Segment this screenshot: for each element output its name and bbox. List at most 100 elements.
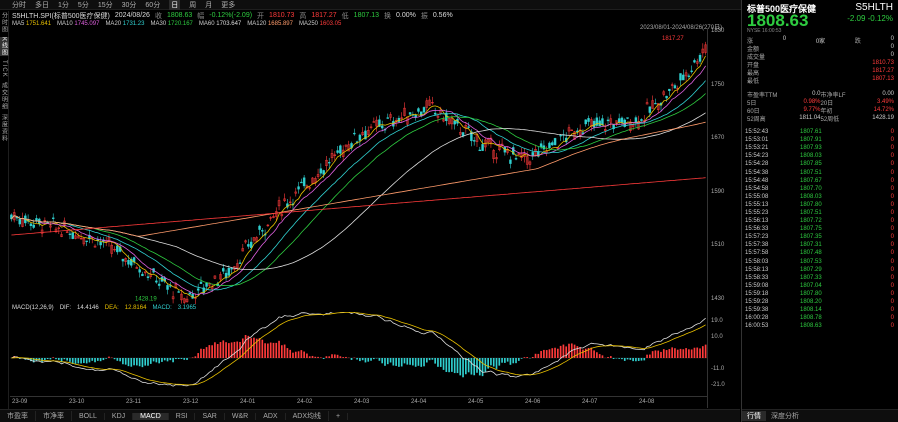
tab-timeframe-4[interactable]: 15分 bbox=[98, 0, 113, 10]
tick-row[interactable]: 15:59:38 1808.14 0 bbox=[745, 306, 896, 314]
macd-bar bbox=[662, 349, 665, 358]
tick-volume: 0 bbox=[890, 137, 894, 144]
tick-list[interactable]: 15:52:43 1807.61 0 15:53:01 1807.91 0 15:53:21… bbox=[745, 128, 896, 330]
candle-body bbox=[297, 186, 300, 190]
tick-time: 15:54:23 bbox=[745, 153, 769, 160]
stats-cell: 14.72% bbox=[873, 107, 894, 113]
macd-bar bbox=[197, 353, 200, 358]
date-tick: 24-06 bbox=[525, 399, 541, 405]
macd-bar bbox=[194, 356, 197, 358]
candlestick-chart[interactable]: 1817.27 1428.19 bbox=[10, 28, 707, 304]
macd-bar bbox=[267, 343, 269, 358]
tick-row[interactable]: 15:57:23 1807.35 0 bbox=[745, 233, 896, 241]
tick-row[interactable]: 15:54:38 1807.51 0 bbox=[745, 168, 896, 176]
macd-bar bbox=[439, 358, 442, 367]
macd-bar bbox=[219, 342, 222, 358]
macd-bar bbox=[214, 342, 216, 358]
tick-price: 1807.93 bbox=[800, 145, 822, 152]
candle-body bbox=[85, 240, 88, 242]
indicator-tab-7[interactable]: W&R bbox=[225, 412, 257, 420]
indicator-tab-9[interactable]: ADX均线 bbox=[286, 411, 329, 421]
macd-bar bbox=[96, 358, 99, 361]
left-tab-2[interactable]: TICK bbox=[1, 60, 7, 78]
tab-timeframe-0[interactable]: 分时 bbox=[12, 0, 26, 10]
tick-volume: 0 bbox=[890, 177, 894, 184]
left-tab-0[interactable]: 分时图 bbox=[0, 12, 9, 33]
indicator-tab-1[interactable]: 市净率 bbox=[36, 411, 72, 421]
tick-row[interactable]: 15:56:13 1807.72 0 bbox=[745, 217, 896, 225]
tab-timeframe-7[interactable]: 日 bbox=[169, 0, 181, 10]
tab-timeframe-3[interactable]: 5分 bbox=[78, 0, 89, 10]
tick-time: 15:57:58 bbox=[745, 250, 769, 257]
tick-row[interactable]: 15:53:01 1807.91 0 bbox=[745, 136, 896, 144]
indicator-tab-3[interactable]: KDJ bbox=[105, 412, 134, 420]
tick-row[interactable]: 15:54:23 1808.03 0 bbox=[745, 152, 896, 160]
tick-row[interactable]: 15:54:28 1807.85 0 bbox=[745, 160, 896, 168]
macd-bar bbox=[83, 358, 85, 364]
macd-bar bbox=[398, 358, 400, 367]
tab-timeframe-5[interactable]: 30分 bbox=[122, 0, 137, 10]
macd-bar bbox=[136, 358, 138, 366]
tick-row[interactable]: 15:57:58 1807.48 0 bbox=[745, 249, 896, 257]
ma-name: MA10 bbox=[57, 21, 73, 27]
ma-value: 1731.23 bbox=[121, 21, 145, 27]
candle-body bbox=[690, 70, 693, 72]
tick-row[interactable]: 15:58:13 1807.29 0 bbox=[745, 266, 896, 274]
tab-timeframe-6[interactable]: 60分 bbox=[145, 0, 160, 10]
tick-row[interactable]: 16:00:53 1808.63 0 bbox=[745, 322, 896, 330]
macd-header: MACD(12,26,9) DIF: 14.4146 DEA: 12.8164 … bbox=[12, 305, 196, 311]
ma-line bbox=[11, 65, 706, 296]
tick-row[interactable]: 15:55:23 1807.51 0 bbox=[745, 209, 896, 217]
quote-tab-0[interactable]: 行情 bbox=[742, 411, 766, 421]
price-tick: 1750 bbox=[711, 81, 725, 88]
left-tab-4[interactable]: 深度资料 bbox=[0, 114, 9, 142]
tick-row[interactable]: 15:54:48 1807.67 0 bbox=[745, 177, 896, 185]
tab-timeframe-8[interactable]: 周 bbox=[189, 0, 196, 10]
macd-bar bbox=[643, 358, 646, 361]
left-tab-3[interactable]: 成交明细 bbox=[0, 82, 9, 110]
tab-timeframe-2[interactable]: 1分 bbox=[58, 0, 69, 10]
macd-bar bbox=[339, 356, 342, 358]
tick-volume: 0 bbox=[890, 266, 894, 273]
tick-volume: 0 bbox=[890, 209, 894, 216]
tab-timeframe-9[interactable]: 月 bbox=[205, 0, 212, 10]
macd-tick: -11.0 bbox=[711, 366, 725, 372]
tick-row[interactable]: 15:56:33 1807.75 0 bbox=[745, 225, 896, 233]
tick-volume: 0 bbox=[890, 274, 894, 281]
tab-timeframe-1[interactable]: 多日 bbox=[35, 0, 49, 10]
quote-tab-1[interactable]: 深度分析 bbox=[766, 411, 804, 421]
tick-row[interactable]: 15:59:08 1807.04 0 bbox=[745, 282, 896, 290]
indicator-tab-10[interactable]: + bbox=[329, 412, 349, 420]
tick-row[interactable]: 15:59:18 1807.80 0 bbox=[745, 290, 896, 298]
indicator-tab-6[interactable]: SAR bbox=[195, 412, 225, 420]
ma-value: 1745.097 bbox=[72, 21, 100, 27]
tick-row[interactable]: 15:58:33 1807.33 0 bbox=[745, 274, 896, 282]
macd-bar bbox=[487, 358, 489, 369]
quote-info-line: S5HLTH.SPI(标普500医疗保健) 2024/08/26 收 1808.… bbox=[12, 11, 453, 20]
tick-row[interactable]: 16:00:28 1808.78 0 bbox=[745, 314, 896, 322]
tick-row[interactable]: 15:54:58 1807.70 0 bbox=[745, 185, 896, 193]
tick-volume: 0 bbox=[890, 129, 894, 136]
tick-volume: 0 bbox=[890, 242, 894, 249]
tick-row[interactable]: 15:58:03 1807.53 0 bbox=[745, 258, 896, 266]
tick-row[interactable]: 15:55:13 1807.80 0 bbox=[745, 201, 896, 209]
candle-body bbox=[665, 95, 668, 99]
left-tab-1[interactable]: K线图 bbox=[0, 37, 9, 57]
ma-line bbox=[11, 177, 706, 236]
macd-bar bbox=[261, 339, 264, 358]
tick-row[interactable]: 15:53:21 1807.93 0 bbox=[745, 144, 896, 152]
tick-row[interactable]: 15:59:28 1808.20 0 bbox=[745, 298, 896, 306]
tick-row[interactable]: 15:57:38 1807.31 0 bbox=[745, 241, 896, 249]
tab-timeframe-10[interactable]: 更多 bbox=[221, 0, 235, 10]
tick-row[interactable]: 15:55:08 1808.03 0 bbox=[745, 193, 896, 201]
macd-bar bbox=[342, 357, 345, 358]
tick-row[interactable]: 15:52:43 1807.61 0 bbox=[745, 128, 896, 136]
indicator-tab-5[interactable]: RSI bbox=[169, 412, 196, 420]
macd-bar bbox=[582, 349, 584, 358]
indicator-tab-2[interactable]: BOLL bbox=[72, 412, 105, 420]
macd-bar bbox=[437, 358, 439, 367]
indicator-tab-4[interactable]: MACD bbox=[133, 412, 169, 420]
indicator-tab-8[interactable]: ADX bbox=[256, 412, 286, 420]
indicator-tab-0[interactable]: 市盈率 bbox=[0, 411, 36, 421]
macd-chart[interactable] bbox=[10, 312, 707, 396]
